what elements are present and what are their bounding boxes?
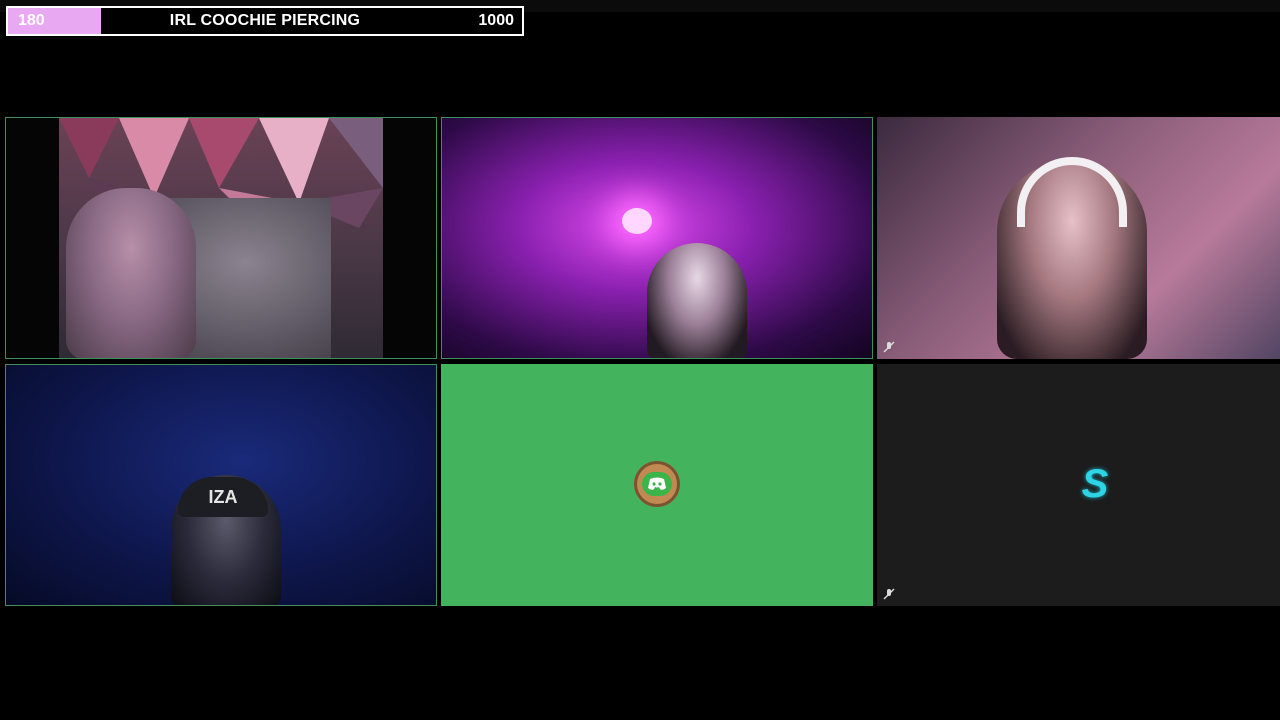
video-tile-participant-1[interactable] [5,117,437,359]
video-tile-participant-6[interactable]: S [877,364,1280,606]
headset [1017,157,1127,227]
goal-target-value: 1000 [478,12,514,29]
s-logo-icon: S [1081,462,1109,506]
participant-video [647,243,747,358]
goal-title: IRL COOCHIE PIERCING [169,12,361,29]
video-tile-participant-4[interactable]: IZA [5,364,437,606]
video-tile-participant-2[interactable] [441,117,873,359]
headlight [622,208,652,234]
mic-muted-icon [883,341,895,353]
discord-icon [642,472,672,496]
participant-avatar [634,461,680,507]
participant-video [66,188,196,358]
video-tile-participant-3[interactable] [877,117,1280,359]
goal-bar: 180 IRL COOCHIE PIERCING 1000 [6,6,524,36]
stream-stage: 180 IRL COOCHIE PIERCING 1000 IZA S [0,0,1280,720]
video-tile-participant-5[interactable] [441,364,873,606]
beanie-text: IZA [178,477,268,517]
mic-muted-icon [883,588,895,600]
